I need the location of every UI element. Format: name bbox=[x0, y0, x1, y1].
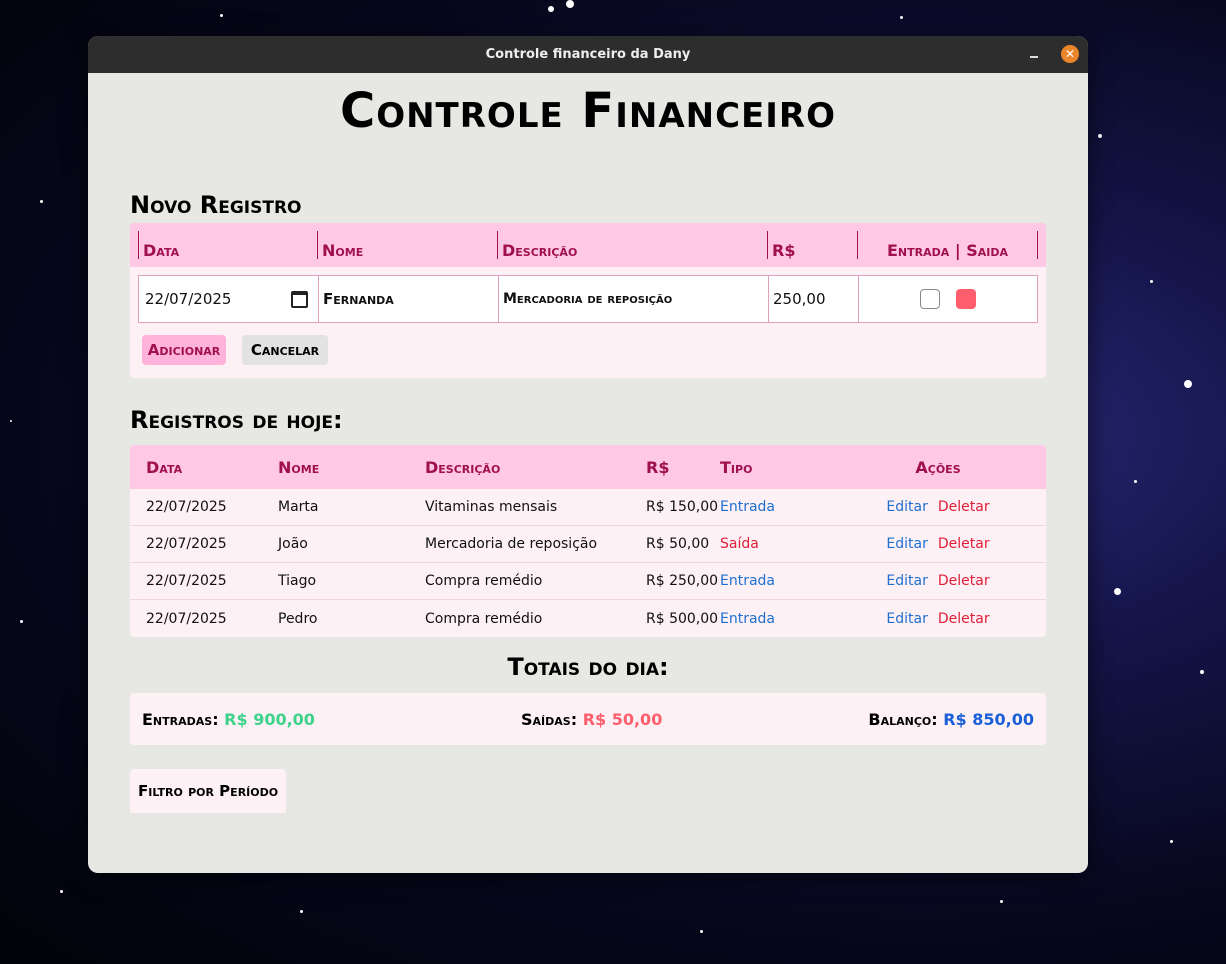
saidas-value: R$ 50,00 bbox=[582, 709, 663, 729]
row-nome: Pedro bbox=[278, 610, 318, 627]
close-icon: ✕ bbox=[1064, 47, 1076, 61]
row-tipo: Entrada bbox=[720, 610, 776, 627]
balanco-label: Balanço: bbox=[868, 709, 938, 729]
close-button[interactable]: ✕ bbox=[1061, 45, 1079, 63]
balanco-value: R$ 850,00 bbox=[943, 709, 1034, 729]
form-header-descricao: Descrição bbox=[497, 231, 767, 260]
saidas-total: Saídas: R$ 50,00 bbox=[521, 710, 662, 729]
row-data: 22/07/2025 bbox=[146, 573, 227, 589]
row-valor: R$ 500,00 bbox=[646, 610, 719, 627]
saida-checkbox[interactable] bbox=[956, 289, 976, 309]
row-descricao: Compra remédio bbox=[425, 573, 543, 589]
delete-link[interactable]: Deletar bbox=[938, 611, 990, 627]
delete-link[interactable]: Deletar bbox=[938, 499, 990, 515]
th-valor: R$ bbox=[646, 457, 670, 477]
title-bar: Controle financeiro da Dany ✕ bbox=[88, 36, 1088, 73]
valor-input[interactable]: 250,00 bbox=[768, 276, 858, 322]
row-actions: Editar Deletar bbox=[830, 499, 1046, 515]
form-header: Data Nome Descrição R$ Entrada | Saida bbox=[130, 223, 1046, 267]
th-tipo: Tipo bbox=[720, 457, 753, 477]
row-tipo: Entrada bbox=[720, 573, 776, 589]
saidas-label: Saídas: bbox=[521, 709, 578, 729]
th-acoes: Ações bbox=[915, 457, 961, 477]
adicionar-button[interactable]: Adicionar bbox=[142, 335, 226, 365]
row-tipo: Entrada bbox=[720, 499, 776, 515]
minimize-button[interactable] bbox=[1024, 44, 1044, 64]
calendar-icon[interactable] bbox=[291, 290, 308, 308]
row-valor: R$ 250,00 bbox=[646, 573, 719, 589]
table-header: Data Nome Descrição R$ Tipo Ações bbox=[130, 445, 1046, 489]
row-nome: João bbox=[278, 536, 308, 552]
app-content: Controle Financeiro Novo Registro Data N… bbox=[88, 73, 1088, 873]
entradas-total: Entradas: R$ 900,00 bbox=[142, 710, 315, 729]
novo-registro-form: Data Nome Descrição R$ Entrada | Saida 2… bbox=[130, 223, 1046, 378]
nome-input-value: Fernanda bbox=[323, 290, 394, 308]
filtro-periodo-button[interactable]: Filtro por Período bbox=[130, 769, 287, 813]
form-input-row: 22/07/2025 Fernanda Mercadoria de reposi… bbox=[138, 275, 1038, 323]
row-valor: R$ 150,00 bbox=[646, 499, 719, 515]
row-descricao: Mercadoria de reposição bbox=[425, 536, 598, 552]
novo-registro-title: Novo Registro bbox=[130, 191, 302, 219]
entradas-label: Entradas: bbox=[142, 709, 219, 729]
page-title: Controle Financeiro bbox=[339, 83, 837, 139]
form-header-tipo: Entrada | Saida bbox=[857, 231, 1038, 260]
edit-link[interactable]: Editar bbox=[886, 611, 927, 627]
valor-input-value: 250,00 bbox=[773, 290, 826, 308]
totais-panel: Entradas: R$ 900,00 Saídas: R$ 50,00 Bal… bbox=[130, 693, 1046, 745]
row-actions: Editar Deletar bbox=[830, 611, 1046, 627]
row-data: 22/07/2025 bbox=[146, 610, 227, 627]
form-header-data: Data bbox=[138, 231, 317, 260]
nome-input[interactable]: Fernanda bbox=[318, 276, 498, 322]
delete-link[interactable]: Deletar bbox=[938, 573, 990, 589]
delete-link[interactable]: Deletar bbox=[938, 536, 990, 552]
balanco-total: Balanço: R$ 850,00 bbox=[868, 710, 1034, 729]
th-data: Data bbox=[146, 457, 183, 477]
descricao-input[interactable]: Mercadoria de reposição bbox=[498, 276, 768, 322]
window-title: Controle financeiro da Dany bbox=[485, 47, 691, 62]
edit-link[interactable]: Editar bbox=[886, 536, 927, 552]
descricao-input-value: Mercadoria de reposição bbox=[503, 291, 673, 307]
edit-link[interactable]: Editar bbox=[886, 499, 927, 515]
table-row: 22/07/2025 João Mercadoria de reposição … bbox=[130, 526, 1046, 563]
row-data: 22/07/2025 bbox=[146, 499, 227, 515]
tipo-checkboxes bbox=[858, 276, 1037, 322]
entrada-checkbox[interactable] bbox=[920, 289, 940, 309]
table-row: 22/07/2025 Tiago Compra remédio R$ 250,0… bbox=[130, 563, 1046, 600]
form-header-nome: Nome bbox=[317, 231, 497, 260]
th-descricao: Descrição bbox=[425, 457, 501, 477]
date-input[interactable]: 22/07/2025 bbox=[139, 276, 318, 322]
registros-title: Registros de hoje: bbox=[130, 406, 343, 434]
edit-link[interactable]: Editar bbox=[886, 573, 927, 589]
entradas-value: R$ 900,00 bbox=[224, 709, 315, 729]
row-actions: Editar Deletar bbox=[830, 573, 1046, 589]
date-input-value: 22/07/2025 bbox=[145, 290, 232, 308]
totais-title: Totais do dia: bbox=[507, 653, 669, 681]
registros-table: Data Nome Descrição R$ Tipo Ações 22/07/… bbox=[130, 445, 1046, 637]
table-row: 22/07/2025 Pedro Compra remédio R$ 500,0… bbox=[130, 600, 1046, 637]
table-body: 22/07/2025 Marta Vitaminas mensais R$ 15… bbox=[130, 489, 1046, 637]
app-window: Controle financeiro da Dany ✕ Controle F… bbox=[88, 36, 1088, 873]
cancelar-button[interactable]: Cancelar bbox=[242, 335, 328, 365]
row-descricao: Vitaminas mensais bbox=[425, 499, 558, 515]
row-valor: R$ 50,00 bbox=[646, 536, 710, 552]
form-header-valor: R$ bbox=[767, 231, 857, 260]
row-tipo: Saída bbox=[720, 536, 759, 552]
th-nome: Nome bbox=[278, 457, 320, 477]
row-data: 22/07/2025 bbox=[146, 536, 227, 552]
table-row: 22/07/2025 Marta Vitaminas mensais R$ 15… bbox=[130, 489, 1046, 526]
row-actions: Editar Deletar bbox=[830, 536, 1046, 552]
row-nome: Marta bbox=[278, 499, 319, 515]
row-nome: Tiago bbox=[278, 573, 317, 589]
row-descricao: Compra remédio bbox=[425, 610, 543, 627]
